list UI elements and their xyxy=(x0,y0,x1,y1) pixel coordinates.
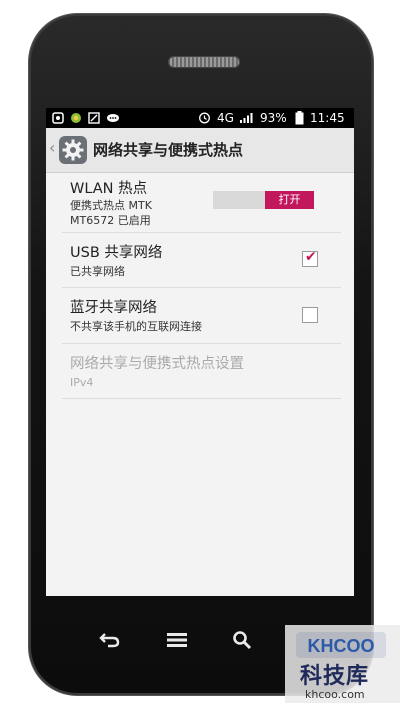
battery-icon xyxy=(295,111,304,125)
bluetooth-tethering-title: 蓝牙共享网络 xyxy=(70,300,157,316)
watermark-logo: KHCOO xyxy=(296,632,386,658)
action-bar: ‹ 网络共享与便携式热点 xyxy=(46,128,354,173)
alarm-icon xyxy=(199,112,210,124)
signal-icon xyxy=(240,113,253,123)
settings-gear-icon[interactable] xyxy=(59,136,87,164)
wlan-hotspot-toggle[interactable]: 打开 xyxy=(213,191,314,209)
hotspot-settings-title: 网络共享与便携式热点设置 xyxy=(70,356,244,372)
earpiece-speaker xyxy=(168,56,240,68)
watermark-brand: 科技库 xyxy=(300,664,370,689)
hotspot-settings-subtitle: IPv4 xyxy=(70,376,94,389)
checkmark-icon: ✔ xyxy=(305,249,317,265)
battery-percent: 93% xyxy=(260,111,287,125)
wlan-hotspot-title: WLAN 热点 xyxy=(70,181,148,197)
wlan-hotspot-subtitle-line2: MT6572 已启用 xyxy=(70,214,151,227)
status-bar: 4G 93% 11:45 xyxy=(46,108,354,128)
divider xyxy=(62,398,341,399)
usb-tethering-checkbox[interactable]: ✔ xyxy=(302,249,318,267)
chat-icon xyxy=(107,114,119,122)
bluetooth-tethering-checkbox[interactable] xyxy=(302,307,318,323)
notification-icon xyxy=(88,112,100,124)
wlan-hotspot-subtitle-line1: 便携式热点 MTK xyxy=(70,199,152,212)
android-settings-icon xyxy=(52,112,64,124)
bluetooth-tethering-subtitle: 不共享该手机的互联网连接 xyxy=(70,320,202,333)
svg-text:KHCOO: KHCOO xyxy=(308,636,375,656)
network-type: 4G xyxy=(217,111,234,125)
page-title: 网络共享与便携式热点 xyxy=(93,141,244,159)
phone-screen: 4G 93% 11:45 ‹ 网络共享与便携式热点 WLAN 热点 便携式热点 … xyxy=(46,108,354,596)
usb-tethering-subtitle: 已共享网络 xyxy=(70,265,125,278)
up-navigation-icon[interactable]: ‹ xyxy=(49,138,55,157)
watermark-domain: khcoo.com xyxy=(305,688,365,701)
menu-icon[interactable] xyxy=(166,632,188,648)
back-icon[interactable] xyxy=(99,631,121,649)
coin-icon xyxy=(71,113,81,123)
toggle-on-label: 打开 xyxy=(265,191,314,209)
usb-tethering-title: USB 共享网络 xyxy=(70,245,163,261)
search-icon[interactable] xyxy=(232,630,252,650)
clock: 11:45 xyxy=(310,111,345,125)
hotspot-settings-row: 网络共享与便携式热点设置 IPv4 xyxy=(46,344,354,398)
